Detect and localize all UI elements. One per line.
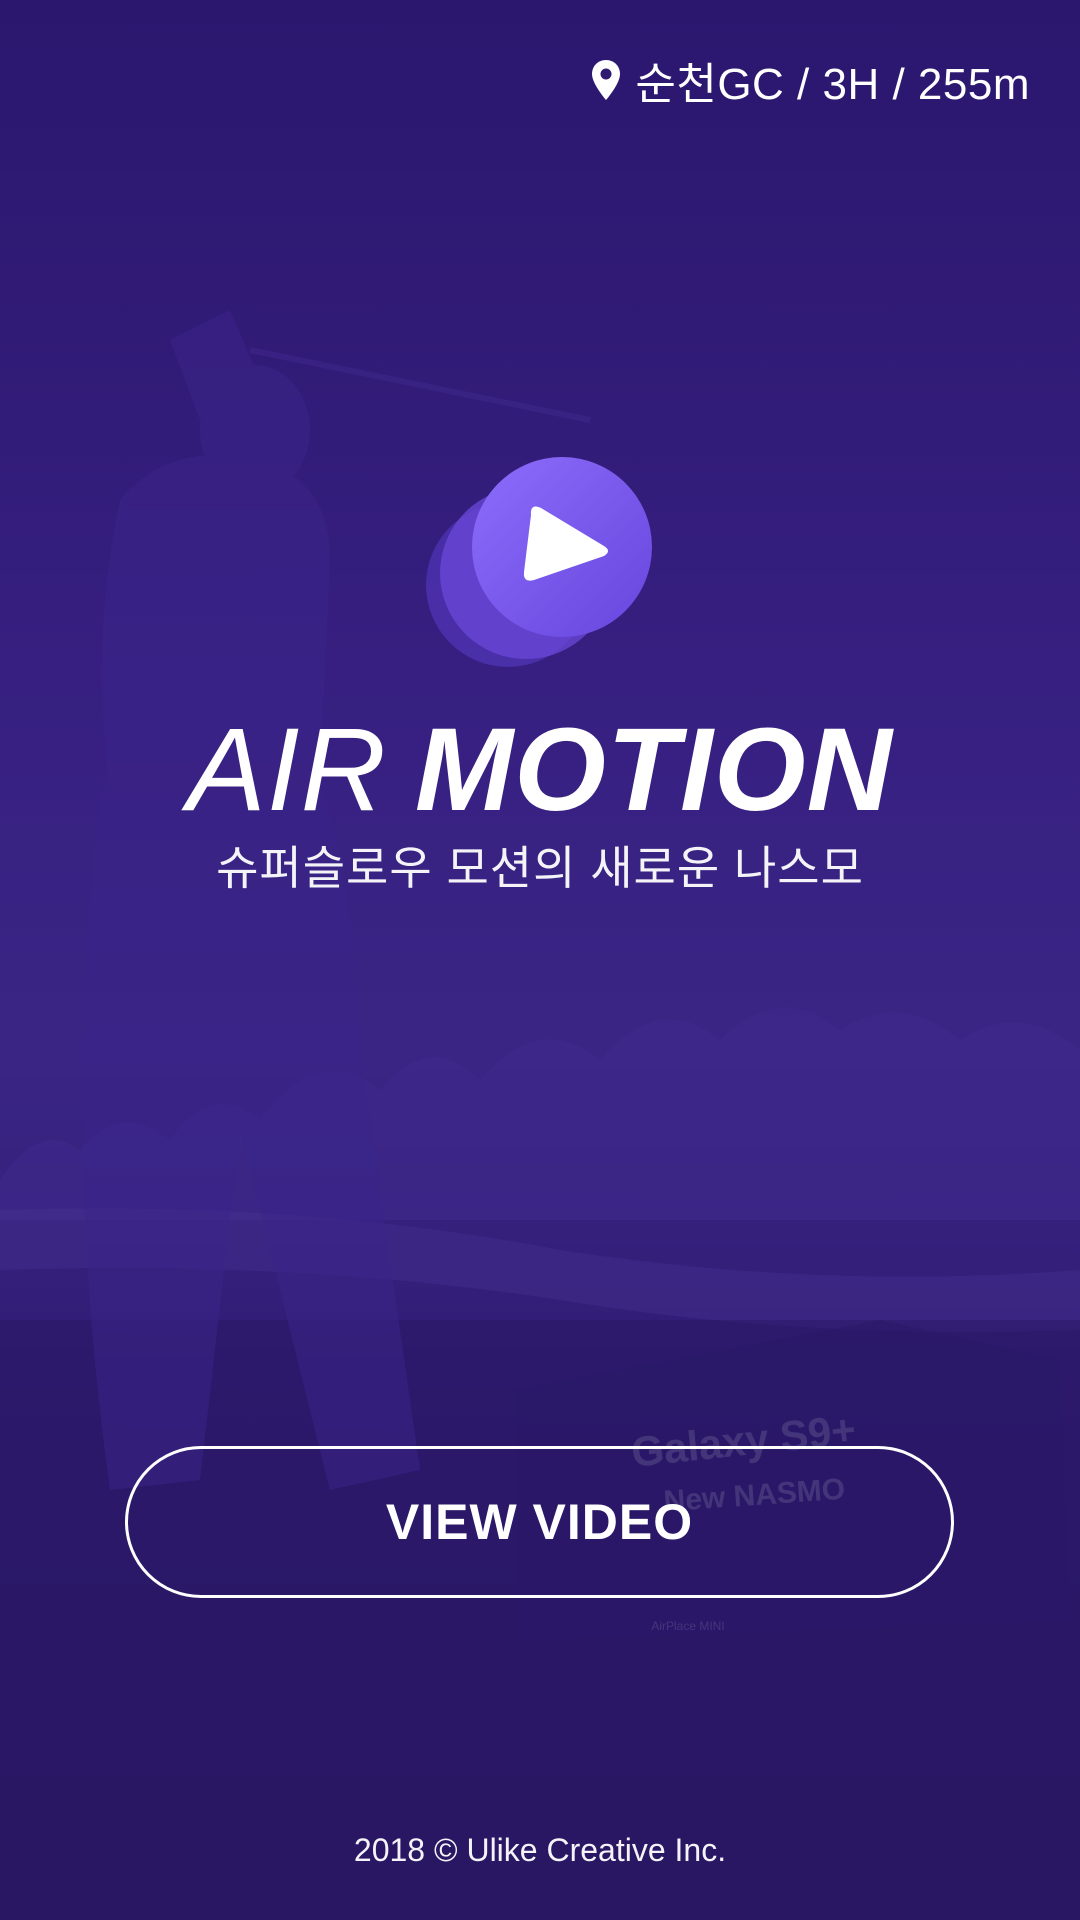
background-photo: Galaxy S9+ New NASMO AirPlace MINI [0,0,1080,1920]
brand-title-light: AIR [187,704,387,836]
location-indicator: 순천GC / 3H / 255m [591,48,1030,112]
play-icon [426,457,652,667]
brand-title: AIR MOTION [0,705,1080,835]
location-pin-icon [592,60,621,100]
copyright-footer: 2018 © Ulike Creative Inc. [353,1832,727,1868]
air-motion-logo [426,455,656,675]
splash-screen: Galaxy S9+ New NASMO AirPlace MINI 순천GC … [0,0,1080,1920]
brand-title-bold: MOTION [414,704,893,836]
brand-subtitle: 슈퍼슬로우 모션의 새로운 나스모 [216,842,864,894]
location-text: 순천GC / 3H / 255m [635,60,1030,109]
box-print-line3: AirPlace MINI [651,1619,724,1633]
view-video-button[interactable]: VIEW VIDEO [125,1446,954,1598]
